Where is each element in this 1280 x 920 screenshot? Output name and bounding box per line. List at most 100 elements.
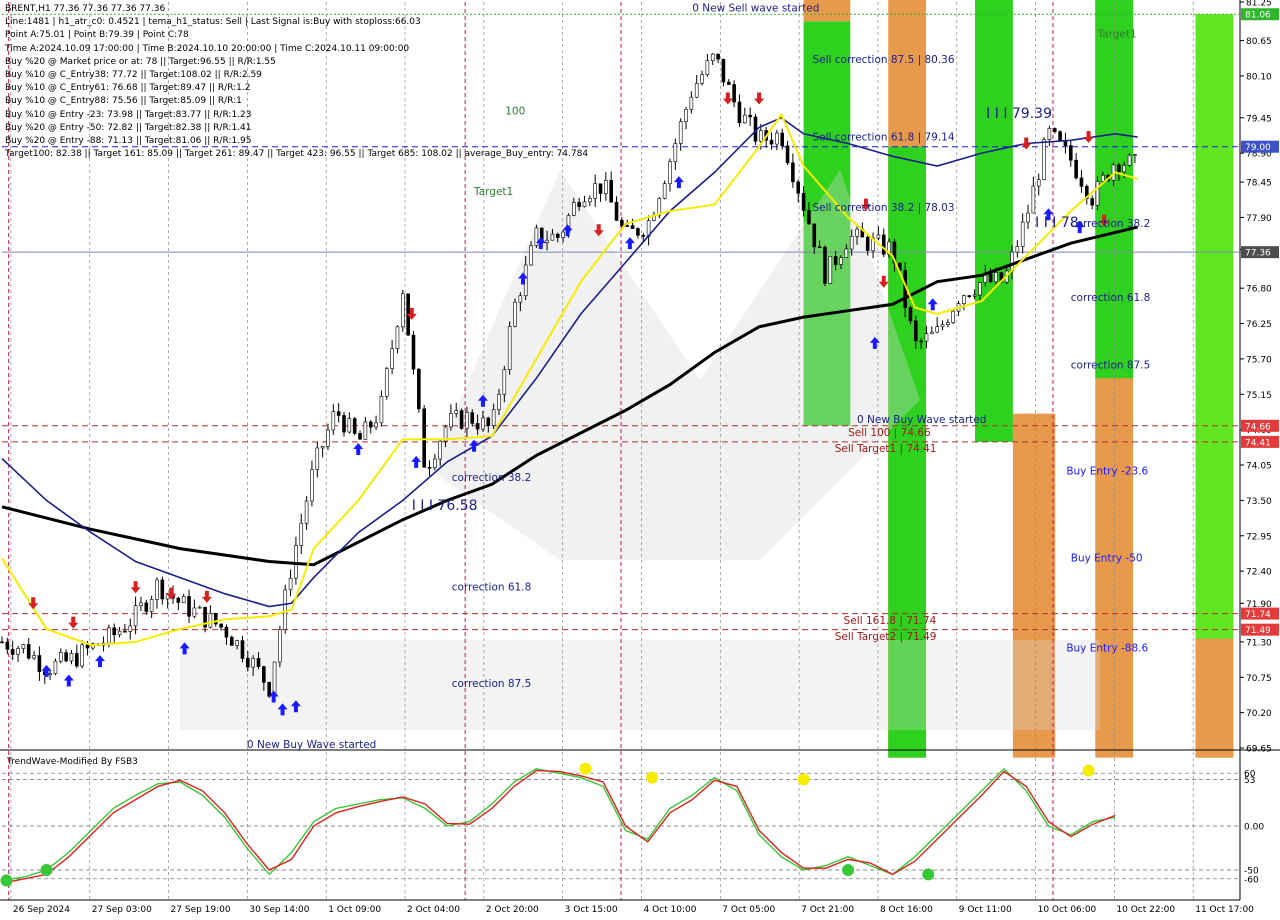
chart-annotation: correction 87.5 bbox=[452, 678, 531, 690]
candle-body bbox=[315, 447, 320, 470]
price-tick-label: 78.45 bbox=[1246, 179, 1272, 189]
info-line: Line:1481 | h1_atr_c0: 0.4521 | tema_h1_… bbox=[5, 17, 421, 28]
candle-body bbox=[988, 273, 993, 283]
price-tick-label: 77.90 bbox=[1246, 214, 1272, 224]
candle-body bbox=[716, 53, 720, 60]
candle-body bbox=[1101, 174, 1105, 182]
candle-body bbox=[197, 606, 202, 609]
candle-body bbox=[294, 545, 298, 579]
sell-arrow-icon bbox=[130, 581, 141, 594]
osc-signal-dot bbox=[922, 868, 935, 881]
time-tick-label: 10 Oct 22:00 bbox=[1116, 905, 1175, 915]
candle-body bbox=[571, 202, 576, 216]
candle-body bbox=[21, 644, 26, 649]
candle-body bbox=[598, 183, 603, 194]
watermark-logo bbox=[430, 170, 920, 560]
info-line: Buy %10 @ C_Entry61: 76.68 || Target:89.… bbox=[5, 83, 251, 94]
candle-body bbox=[491, 409, 496, 426]
candle-body bbox=[732, 84, 736, 103]
candle-body bbox=[155, 579, 159, 600]
candle-body bbox=[400, 293, 405, 328]
candle-body bbox=[1058, 131, 1062, 141]
candle-body bbox=[951, 310, 956, 323]
candle-body bbox=[721, 58, 726, 83]
candle-body bbox=[978, 282, 982, 296]
info-line: Target100: 82.38 || Target 161: 85.09 ||… bbox=[5, 149, 589, 160]
candle-body bbox=[128, 625, 133, 632]
time-tick-label: 26 Sep 2024 bbox=[13, 905, 70, 915]
candle-body bbox=[1068, 145, 1073, 161]
candle-body bbox=[812, 223, 817, 248]
price-tick-label: 70.20 bbox=[1246, 709, 1272, 719]
candle-body bbox=[545, 239, 549, 243]
osc-signal-dot bbox=[797, 773, 810, 786]
candle-body bbox=[117, 630, 122, 636]
candle-body bbox=[256, 658, 261, 667]
osc-tick-label: 53 bbox=[1244, 776, 1255, 786]
time-tick-label: 27 Sep 19:00 bbox=[171, 905, 231, 915]
candle-body bbox=[865, 236, 870, 252]
candle-body bbox=[149, 599, 154, 612]
price-tick-label: 71.30 bbox=[1246, 638, 1272, 648]
candle-body bbox=[208, 613, 213, 628]
candle-body bbox=[759, 130, 763, 142]
candle-body bbox=[518, 295, 523, 303]
sell-arrow-icon bbox=[68, 616, 79, 629]
candle-body bbox=[796, 181, 801, 194]
candle-body bbox=[459, 410, 464, 429]
candle-body bbox=[502, 369, 507, 395]
candle-body bbox=[64, 652, 68, 662]
candle-body bbox=[417, 368, 421, 410]
candle-body bbox=[80, 644, 84, 667]
oscillator-title: TrendWave-Modified By FSB3 bbox=[6, 757, 138, 767]
candle-body bbox=[823, 246, 827, 284]
price-tick-label: 70.75 bbox=[1246, 674, 1272, 684]
candle-body bbox=[358, 433, 362, 440]
candle-body bbox=[229, 636, 234, 646]
candle-body bbox=[1127, 154, 1132, 166]
chart-annotation: Sell 161.8 | 71.74 bbox=[844, 615, 937, 627]
info-line: Point A:75.01 | Point B:79.39 | Point C:… bbox=[5, 30, 189, 41]
sell-arrow-icon bbox=[1083, 131, 1094, 144]
price-tick-label: 74.05 bbox=[1246, 462, 1272, 472]
price-tick-label: 72.95 bbox=[1246, 532, 1272, 542]
candle-body bbox=[422, 408, 426, 468]
candle-body bbox=[320, 446, 325, 449]
candle-body bbox=[1122, 165, 1127, 173]
candle-body bbox=[395, 326, 400, 349]
candle-body bbox=[224, 626, 229, 638]
candle-body bbox=[972, 294, 977, 297]
candle-body bbox=[577, 202, 581, 207]
candle-body bbox=[1074, 159, 1078, 179]
candle-body bbox=[828, 256, 833, 284]
time-tick-label: 7 Oct 21:00 bbox=[801, 905, 854, 915]
candle-body bbox=[5, 641, 10, 650]
price-tick-label: 81.25 bbox=[1246, 0, 1272, 9]
candle-body bbox=[630, 225, 635, 229]
time-tick-label: 2 Oct 20:00 bbox=[486, 905, 539, 915]
chart-annotation: Sell correction 61.8 | 79.14 bbox=[812, 131, 954, 143]
candle-body bbox=[192, 607, 197, 617]
candle-body bbox=[1133, 154, 1137, 156]
candle-body bbox=[710, 53, 715, 61]
price-tick-label: 75.15 bbox=[1246, 391, 1272, 401]
candle-body bbox=[678, 121, 683, 144]
candle-body bbox=[331, 411, 336, 431]
candle-body bbox=[219, 623, 223, 628]
chart-annotation: Buy Entry -88.6 bbox=[1066, 643, 1148, 655]
osc-signal-dot bbox=[1082, 764, 1095, 777]
candle-body bbox=[352, 418, 357, 434]
candle-body bbox=[855, 228, 859, 237]
candle-body bbox=[946, 322, 950, 325]
chart-window: 0 New Sell wave started Sell correction 8… bbox=[0, 0, 1280, 920]
chart-annotation: 0 New Sell wave started bbox=[692, 3, 819, 15]
chart-annotation: 0 New Buy Wave started bbox=[857, 414, 986, 426]
chart-annotation: I I I 76.58 bbox=[412, 498, 478, 514]
price-tick-label: 69.65 bbox=[1246, 745, 1272, 755]
candle-body bbox=[641, 234, 646, 237]
buy-arrow-icon bbox=[353, 442, 364, 455]
candle-body bbox=[780, 132, 785, 147]
candle-body bbox=[737, 101, 742, 124]
candle-body bbox=[486, 417, 491, 426]
candle-body bbox=[267, 682, 271, 697]
